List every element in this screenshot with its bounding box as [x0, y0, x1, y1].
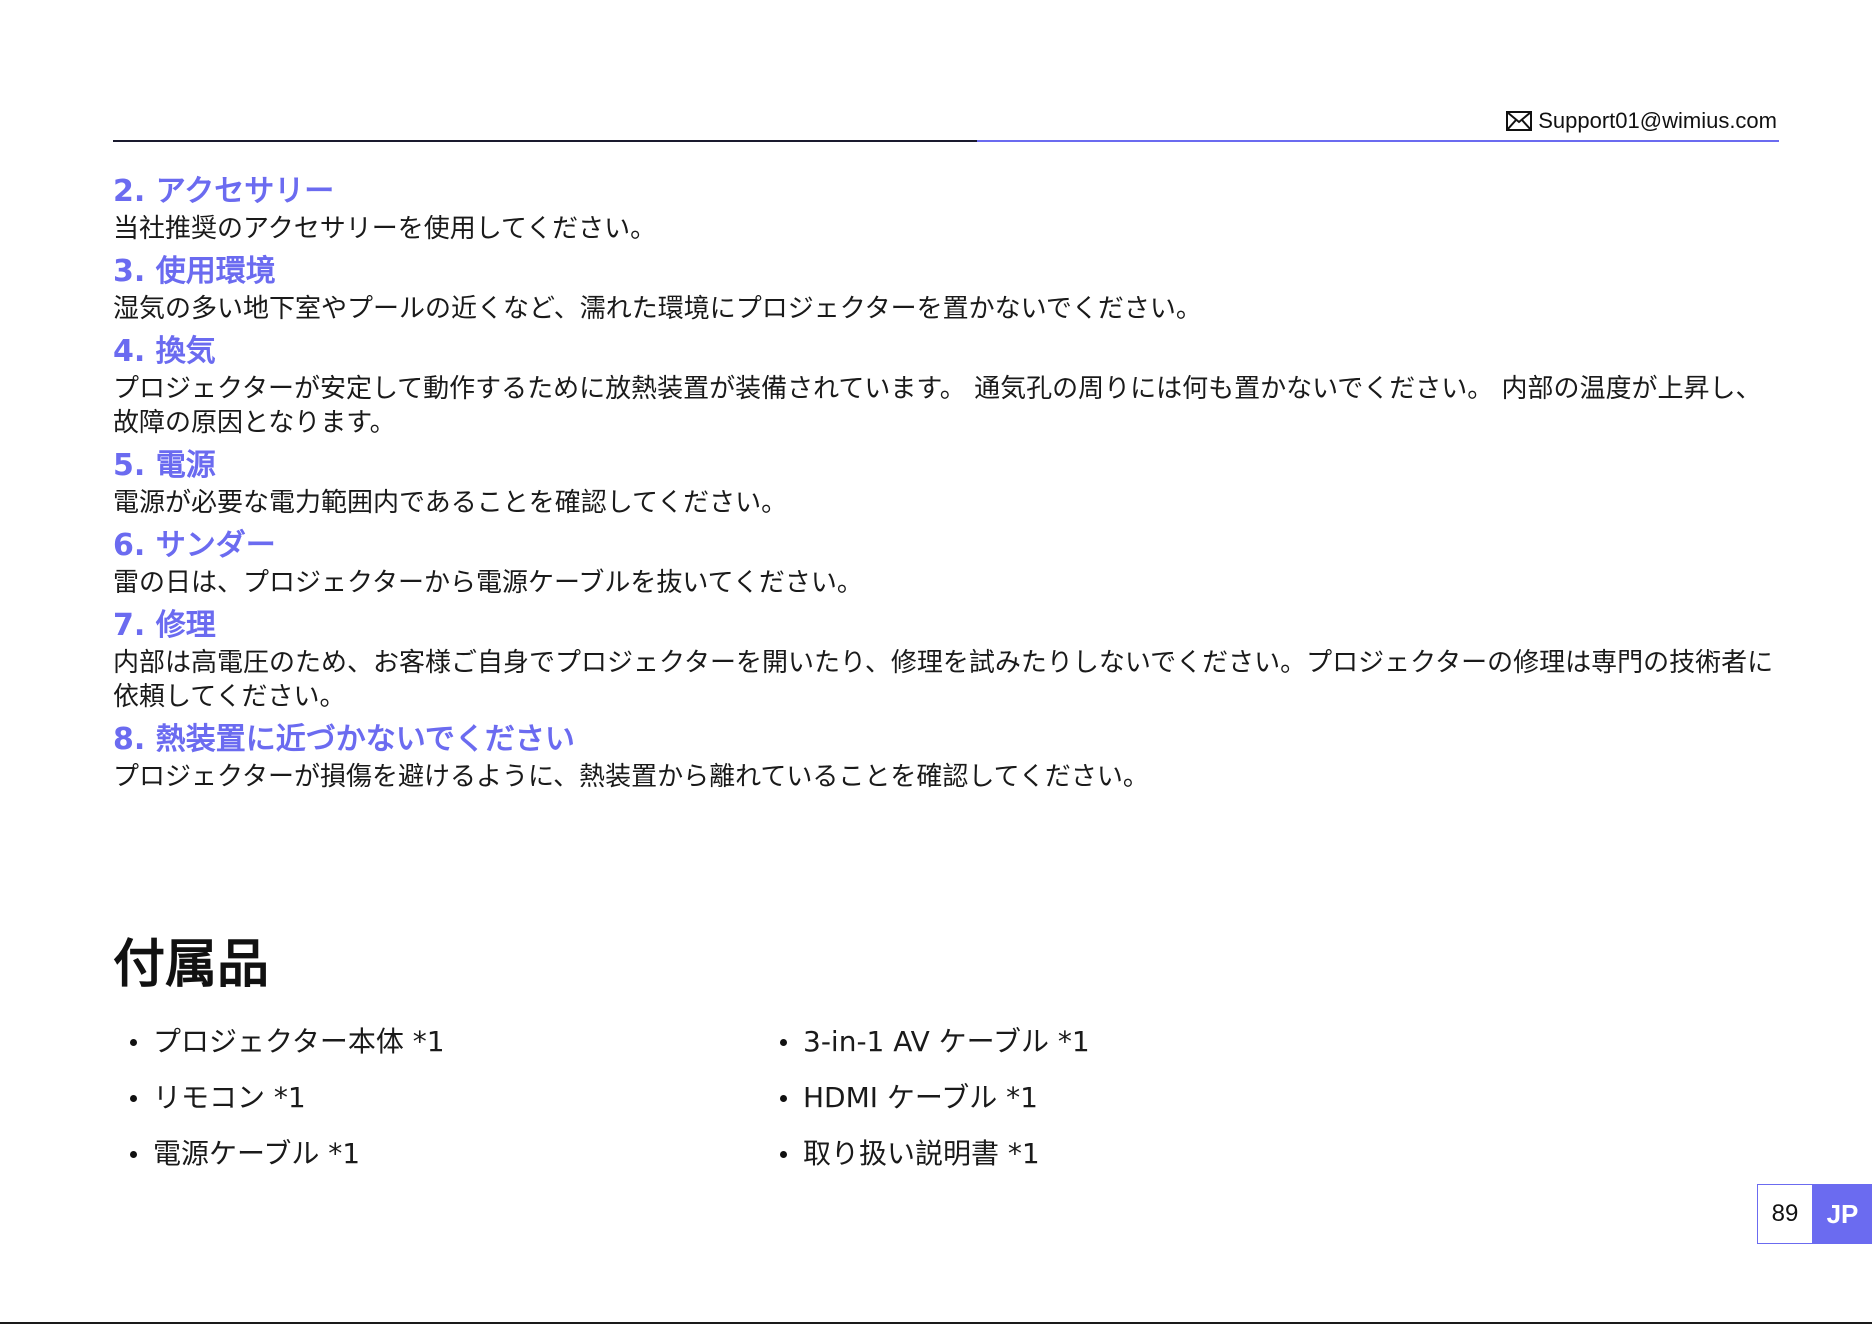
language-badge: JP	[1813, 1184, 1872, 1244]
safety-sections: 2. アクセサリー 当社推奨のアクセサリーを使用してください。 3. 使用環境 …	[113, 172, 1779, 800]
section-heading: 3. 使用環境	[113, 254, 276, 289]
list-item-label: リモコン *1	[153, 1081, 306, 1114]
section-heading: 8. 熱装置に近づかないでください	[113, 722, 575, 757]
section-heading: 6. サンダー	[113, 528, 276, 563]
section-heading: 4. 換気	[113, 334, 216, 369]
section-body: 湿気の多い地下室やプールの近くなど、濡れた環境にプロジェクターを置かないでくださ…	[113, 294, 1202, 324]
list-item: リモコン *1	[130, 1080, 780, 1116]
page-number: 89	[1757, 1184, 1813, 1244]
list-item-label: 取り扱い説明書 *1	[803, 1137, 1040, 1170]
header-email[interactable]: Support01@wimius.com	[1506, 108, 1777, 134]
mail-icon	[1506, 111, 1533, 131]
section-heading: 2. アクセサリー	[113, 174, 335, 209]
section-heading: 5. 電源	[113, 448, 216, 483]
list-item-label: 3-in-1 AV ケーブル *1	[803, 1025, 1090, 1058]
bullet-icon	[130, 1038, 137, 1046]
header-rule-accent	[977, 140, 1779, 142]
list-item: 電源ケーブル *1	[130, 1136, 780, 1172]
bullet-icon	[130, 1094, 137, 1102]
bullet-icon	[130, 1150, 137, 1158]
section-thunder: 6. サンダー 雷の日は、プロジェクターから電源ケーブルを抜いてください。	[113, 526, 1779, 600]
accessories-title: 付属品	[113, 935, 270, 995]
section-body: プロジェクターが安定して動作するために放熱装置が装備されています。 通気孔の周り…	[113, 374, 1762, 438]
bullet-icon	[780, 1038, 787, 1046]
accessories-list: プロジェクター本体 *1 3-in-1 AV ケーブル *1 リモコン *1 H…	[130, 1024, 1130, 1172]
section-repair: 7. 修理 内部は高電圧のため、お客様ご自身でプロジェクターを開いたり、修理を試…	[113, 606, 1779, 714]
section-heading: 7. 修理	[113, 608, 216, 643]
section-body: 当社推奨のアクセサリーを使用してください。	[113, 214, 657, 244]
header-rule-dark	[113, 140, 977, 142]
list-item-label: プロジェクター本体 *1	[153, 1025, 445, 1058]
section-body: 内部は高電圧のため、お客様ご自身でプロジェクターを開いたり、修理を試みたりしない…	[113, 648, 1774, 712]
email-address: Support01@wimius.com	[1538, 108, 1777, 133]
bullet-icon	[780, 1094, 787, 1102]
section-accessory: 2. アクセサリー 当社推奨のアクセサリーを使用してください。	[113, 172, 1779, 246]
list-item: HDMI ケーブル *1	[780, 1080, 1130, 1116]
list-item: プロジェクター本体 *1	[130, 1024, 780, 1060]
section-power: 5. 電源 電源が必要な電力範囲内であることを確認してください。	[113, 446, 1779, 520]
section-environment: 3. 使用環境 湿気の多い地下室やプールの近くなど、濡れた環境にプロジェクターを…	[113, 252, 1779, 326]
section-body: 雷の日は、プロジェクターから電源ケーブルを抜いてください。	[113, 568, 863, 598]
section-ventilation: 4. 換気 プロジェクターが安定して動作するために放熱装置が装備されています。 …	[113, 332, 1779, 440]
list-item-label: HDMI ケーブル *1	[803, 1081, 1038, 1114]
list-item: 取り扱い説明書 *1	[780, 1136, 1130, 1172]
section-heat: 8. 熱装置に近づかないでください プロジェクターが損傷を避けるように、熱装置か…	[113, 720, 1779, 794]
list-item: 3-in-1 AV ケーブル *1	[780, 1024, 1130, 1060]
section-body: プロジェクターが損傷を避けるように、熱装置から離れていることを確認してください。	[113, 762, 1149, 792]
list-item-label: 電源ケーブル *1	[153, 1137, 361, 1170]
section-body: 電源が必要な電力範囲内であることを確認してください。	[113, 488, 788, 518]
bullet-icon	[780, 1150, 787, 1158]
